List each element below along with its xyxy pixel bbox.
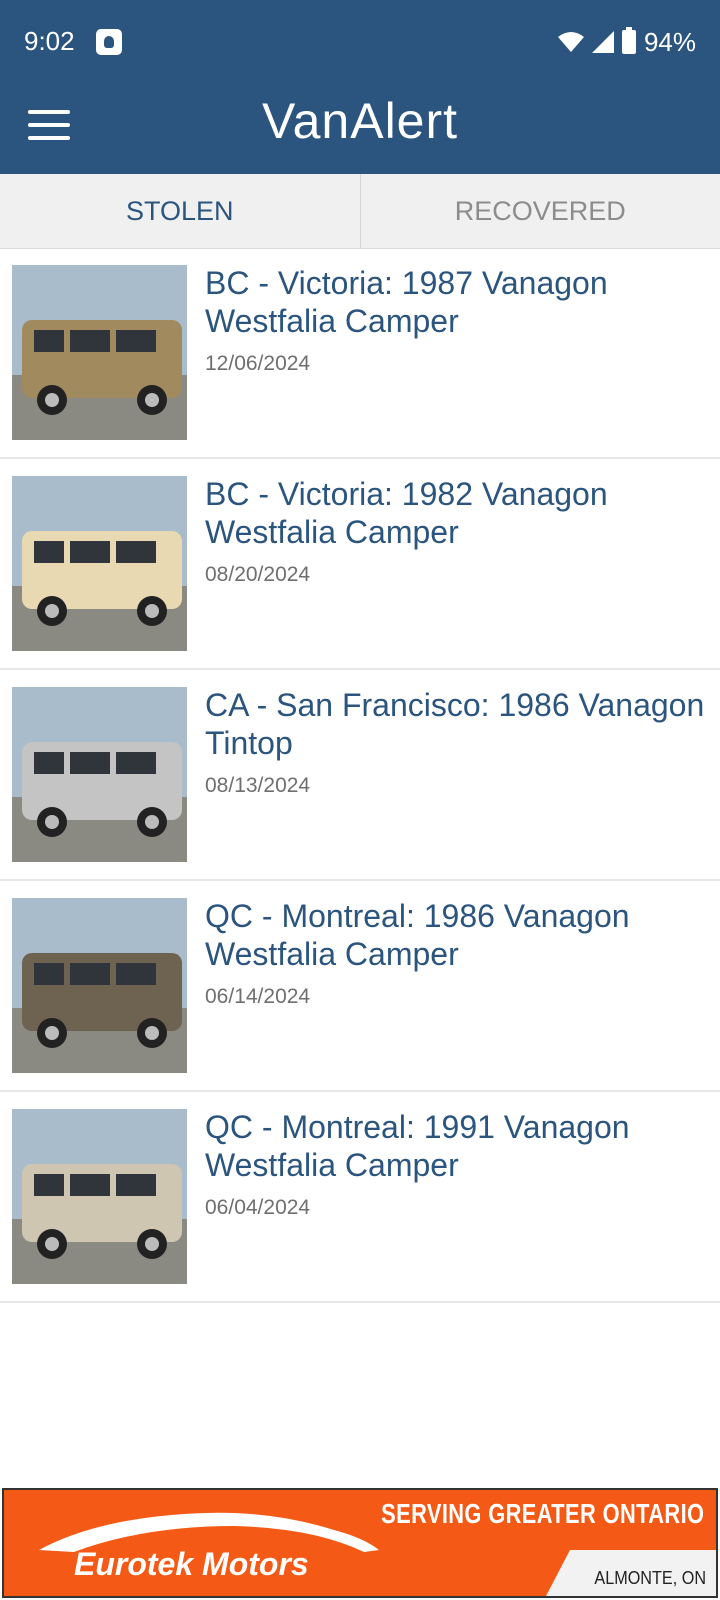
listing-title: CA - San Francisco: 1986 Vanagon Tintop bbox=[205, 687, 705, 761]
ad-brand: Eurotek Motors bbox=[74, 1546, 309, 1582]
stolen-van-list: BC - Victoria: 1987 Vanagon Westfalia Ca… bbox=[0, 248, 720, 1303]
van-photo bbox=[12, 476, 187, 651]
listing-date: 12/06/2024 bbox=[205, 352, 311, 375]
tab-stolen[interactable]: STOLEN bbox=[0, 174, 360, 248]
listing-date: 06/14/2024 bbox=[205, 985, 311, 1008]
ad-banner[interactable]: SERVING GREATER ONTARIO Eurotek Motors A… bbox=[2, 1488, 718, 1598]
list-item[interactable]: BC - Victoria: 1982 Vanagon Westfalia Ca… bbox=[0, 459, 720, 670]
status-indicators: 94% bbox=[557, 26, 696, 58]
listing-date: 08/13/2024 bbox=[205, 774, 311, 797]
list-item[interactable]: BC - Victoria: 1987 Vanagon Westfalia Ca… bbox=[0, 248, 720, 459]
battery-icon bbox=[621, 27, 636, 54]
ad-headline: SERVING GREATER ONTARIO bbox=[380, 1498, 704, 1529]
battery-percentage: 94% bbox=[643, 26, 696, 57]
tab-recovered[interactable]: RECOVERED bbox=[359, 174, 720, 248]
van-photo bbox=[12, 687, 187, 862]
wifi-icon bbox=[557, 32, 584, 52]
van-photo bbox=[12, 1109, 187, 1284]
app-bar: VanAlert bbox=[0, 86, 720, 174]
tab-bar: STOLEN RECOVERED bbox=[0, 174, 720, 249]
listing-date: 08/20/2024 bbox=[205, 563, 311, 586]
van-photo bbox=[12, 265, 187, 440]
listing-title: QC - Montreal: 1986 Vanagon Westfalia Ca… bbox=[205, 898, 630, 972]
app-header: 9:02 94% VanAlert bbox=[0, 0, 720, 174]
status-bar: 9:02 94% bbox=[0, 0, 720, 86]
listing-date: 06/04/2024 bbox=[205, 1196, 311, 1219]
notification-app-icon bbox=[96, 29, 122, 55]
listing-title: QC - Montreal: 1991 Vanagon Westfalia Ca… bbox=[205, 1109, 630, 1183]
van-photo bbox=[12, 898, 187, 1073]
status-time: 9:02 bbox=[24, 26, 75, 56]
listing-title: BC - Victoria: 1987 Vanagon Westfalia Ca… bbox=[205, 265, 608, 339]
list-item[interactable]: QC - Montreal: 1991 Vanagon Westfalia Ca… bbox=[0, 1092, 720, 1303]
cell-signal-icon bbox=[591, 31, 614, 53]
app-title: VanAlert bbox=[261, 93, 459, 149]
ad-location: ALMONTE, ON bbox=[594, 1568, 706, 1588]
list-item[interactable]: QC - Montreal: 1986 Vanagon Westfalia Ca… bbox=[0, 881, 720, 1092]
listing-title: BC - Victoria: 1982 Vanagon Westfalia Ca… bbox=[205, 476, 608, 550]
list-item[interactable]: CA - San Francisco: 1986 Vanagon Tintop … bbox=[0, 670, 720, 881]
